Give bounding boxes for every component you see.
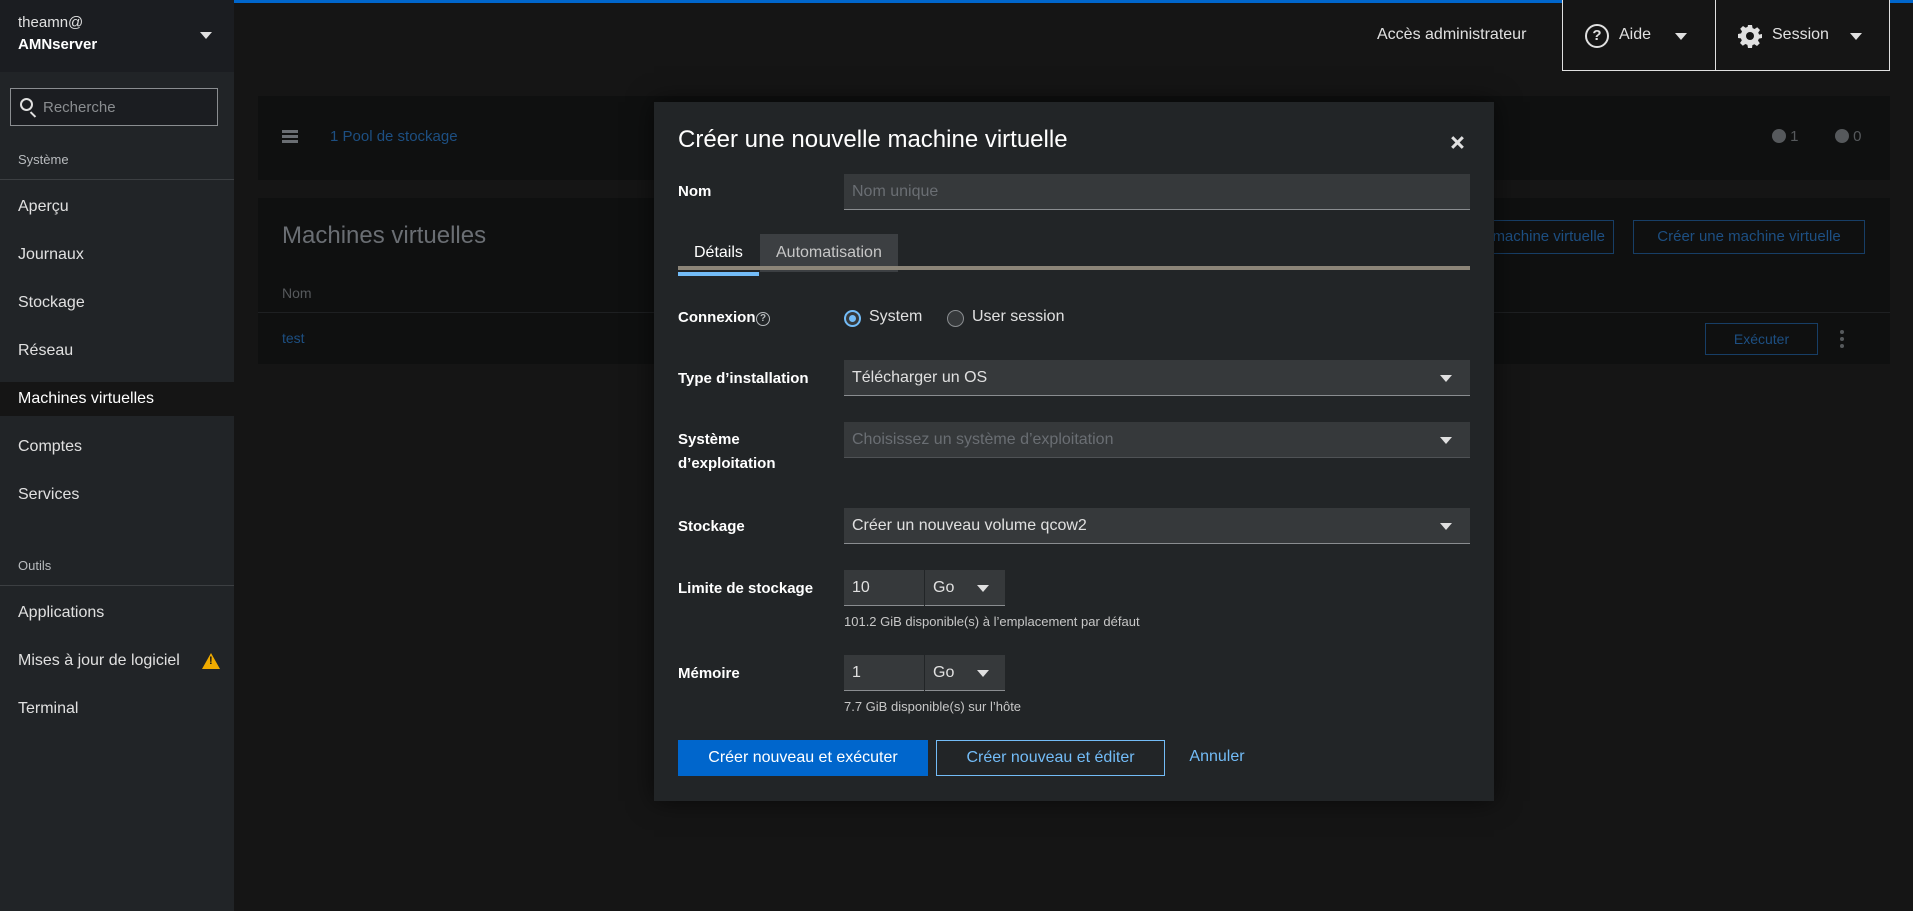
storage-unit-value: Go — [933, 579, 955, 596]
search-icon — [20, 98, 33, 111]
close-icon[interactable] — [1446, 132, 1468, 154]
help-icon[interactable]: ? — [756, 312, 770, 326]
admin-access-button[interactable]: Accès administrateur — [1377, 26, 1526, 44]
create-and-run-button[interactable]: Créer nouveau et exécuter — [678, 740, 928, 776]
storage-limit-label: Limite de stockage — [678, 580, 814, 597]
sidebar-item-comptes[interactable]: Comptes — [0, 430, 234, 464]
chevron-down-icon — [1440, 437, 1452, 444]
create-and-edit-button[interactable]: Créer nouveau et éditer — [936, 740, 1165, 776]
os-select-placeholder: Choisissez un système d’exploitation — [852, 431, 1114, 448]
session-label: Session — [1772, 26, 1829, 43]
help-menu-button[interactable]: ? Aide — [1562, 0, 1716, 71]
nav-section-tools: Outils — [18, 558, 52, 573]
arrow-up-circle-icon — [1772, 129, 1786, 143]
memory-unit-select[interactable]: Go — [925, 655, 1005, 691]
arrow-down-circle-icon — [1835, 129, 1849, 143]
memory-input[interactable] — [844, 655, 924, 691]
run-vm-button[interactable]: Exécuter — [1705, 323, 1818, 355]
memory-unit-value: Go — [933, 664, 955, 681]
chevron-down-icon — [1440, 375, 1452, 382]
cancel-button[interactable]: Annuler — [1174, 740, 1260, 776]
dialog-title: Créer une nouvelle machine virtuelle — [678, 126, 1068, 153]
divider — [0, 585, 234, 586]
host-switcher[interactable]: theamn@ AMNserver — [0, 0, 234, 72]
sidebar-item-journaux[interactable]: Journaux — [0, 238, 234, 272]
connection-label-text: Connexion — [678, 309, 756, 326]
host-user: theamn@ — [18, 14, 84, 31]
divider — [0, 179, 234, 180]
help-icon: ? — [1585, 24, 1609, 48]
name-label: Nom — [678, 183, 712, 200]
import-vm-button[interactable]: machine virtuelle — [1474, 220, 1614, 254]
gear-icon — [1738, 25, 1762, 48]
storage-helper-text: 101.2 GiB disponible(s) à l’emplacement … — [844, 614, 1140, 629]
session-menu-button[interactable]: Session — [1715, 0, 1890, 71]
install-type-label: Type d’installation — [678, 370, 809, 387]
chevron-down-icon — [1675, 33, 1687, 40]
column-header-name: Nom — [282, 285, 312, 301]
search-input[interactable] — [43, 89, 213, 125]
radio-user-session-label: User session — [972, 308, 1065, 325]
search-box[interactable] — [10, 88, 218, 126]
storage-select[interactable]: Créer un nouveau volume qcow2 — [844, 508, 1470, 544]
radio-system-label: System — [869, 308, 923, 325]
storage-pool-link[interactable]: 1 Pool de stockage — [330, 128, 458, 145]
storage-pool-icon — [282, 130, 298, 144]
sidebar-item-terminal[interactable]: Terminal — [0, 692, 234, 726]
os-label-line-1: Système — [678, 431, 740, 448]
create-vm-dialog: Créer une nouvelle machine virtuelle Nom… — [654, 102, 1494, 801]
pool-up-count: 1 — [1772, 128, 1799, 145]
storage-value: Créer un nouveau volume qcow2 — [852, 517, 1087, 534]
chevron-down-icon — [977, 585, 989, 592]
kebab-menu-icon[interactable] — [1840, 330, 1844, 351]
storage-unit-select[interactable]: Go — [925, 570, 1005, 606]
host-name: AMNserver — [18, 36, 98, 53]
vm-name-link[interactable]: test — [282, 330, 305, 346]
vm-section-title: Machines virtuelles — [282, 222, 487, 249]
sidebar-item-reseau[interactable]: Réseau — [0, 334, 234, 368]
sidebar: theamn@ AMNserver Système Aperçu Journau… — [0, 0, 234, 911]
connection-radio-group: System User session — [844, 308, 1144, 332]
help-label: Aide — [1619, 26, 1652, 43]
os-label: Système d’exploitation — [678, 428, 776, 476]
create-vm-button[interactable]: Créer une machine virtuelle — [1633, 220, 1865, 254]
sidebar-item-services[interactable]: Services — [0, 478, 234, 512]
connection-label: Connexion ? — [678, 309, 770, 326]
chevron-down-icon — [1440, 523, 1452, 530]
pool-up-count-value: 1 — [1790, 128, 1799, 145]
sidebar-item-apercu[interactable]: Aperçu — [0, 190, 234, 224]
chevron-down-icon — [200, 32, 212, 39]
install-type-select[interactable]: Télécharger un OS — [844, 360, 1470, 396]
radio-dot[interactable] — [844, 310, 861, 327]
sidebar-item-stockage[interactable]: Stockage — [0, 286, 234, 320]
storage-limit-input[interactable] — [844, 570, 924, 606]
warning-icon — [202, 653, 220, 669]
name-input[interactable] — [844, 174, 1470, 210]
sidebar-item-mises-a-jour[interactable]: Mises à jour de logiciel — [0, 644, 234, 678]
nav-section-system: Système — [18, 152, 69, 167]
pool-down-count-value: 0 — [1853, 128, 1862, 145]
chevron-down-icon — [977, 670, 989, 677]
sidebar-item-machines-virtuelles[interactable]: Machines virtuelles — [0, 382, 234, 416]
storage-label: Stockage — [678, 518, 745, 535]
os-label-line-2: d’exploitation — [678, 455, 776, 472]
tabs-underline — [678, 266, 1470, 270]
radio-dot[interactable] — [947, 310, 964, 327]
chevron-down-icon — [1850, 33, 1862, 40]
memory-label: Mémoire — [678, 665, 740, 682]
pool-down-count: 0 — [1835, 128, 1862, 145]
sidebar-item-label: Mises à jour de logiciel — [18, 652, 180, 669]
install-type-value: Télécharger un OS — [852, 369, 988, 386]
os-select[interactable]: Choisissez un système d’exploitation — [844, 422, 1470, 458]
memory-helper-text: 7.7 GiB disponible(s) sur l’hôte — [844, 699, 1022, 714]
sidebar-item-applications[interactable]: Applications — [0, 596, 234, 630]
